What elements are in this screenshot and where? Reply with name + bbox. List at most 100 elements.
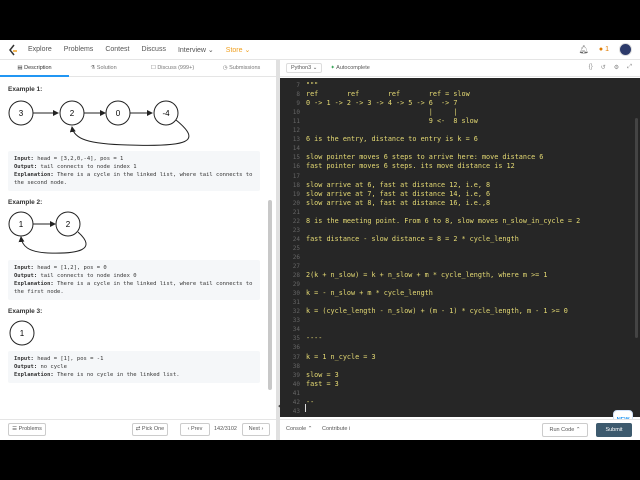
input-label: Input:	[14, 265, 34, 271]
code-line: 9 <- 8 slow	[306, 117, 478, 126]
code-line: k = 1 n_cycle = 3	[306, 352, 376, 361]
line-number: 23	[292, 226, 300, 234]
nav-store-label: Store	[225, 46, 243, 54]
code-line: """	[306, 81, 319, 89]
list-node: 1	[8, 211, 34, 237]
editor-scrollbar[interactable]	[635, 118, 638, 338]
example-3-io: Input: head = [1], pos = -1 Output: no c…	[8, 351, 260, 383]
problem-bottom-bar: ☰ Problems ⇄ Pick One ‹ Prev 142/3102 Ne…	[0, 419, 276, 440]
tab-submissions[interactable]: ◷ Submissions	[207, 60, 276, 77]
contribute-link[interactable]: Contribute i	[322, 426, 350, 432]
code-editor[interactable]: 7 8 9 10 11 12 13 14 15 16 17 18 19 20 21 22 23 24 25 26 27 2…	[280, 78, 640, 417]
list-node: 3	[8, 100, 34, 126]
description-scrollbar[interactable]	[268, 200, 272, 390]
output-value: tail connects to node index 1	[40, 164, 137, 170]
next-label: Next	[248, 426, 260, 432]
list-node: 2	[59, 100, 85, 126]
nav-problems[interactable]: Problems	[64, 46, 94, 53]
clock-icon: ◷	[222, 64, 228, 71]
example-1-title: Example 1:	[8, 86, 43, 93]
bell-icon[interactable]: 🔔︎	[579, 45, 589, 54]
chevron-down-icon: ⌄	[207, 46, 214, 54]
fire-icon: ●	[598, 46, 604, 53]
nav-discuss[interactable]: Discuss	[141, 46, 166, 53]
nav-store[interactable]: Store ⌄	[226, 46, 251, 54]
reset-icon[interactable]: ↺	[601, 64, 606, 71]
node-value: 1	[20, 329, 25, 338]
nav-contest[interactable]: Contest	[105, 46, 129, 53]
line-number: 22	[292, 217, 300, 225]
autocomplete-toggle[interactable]: ✦ Autocomplete	[330, 65, 369, 71]
line-number: 30	[292, 290, 300, 298]
line-number: 21	[292, 208, 300, 216]
coin-count: 1	[605, 46, 609, 53]
tab-solution-label: Solution	[96, 64, 117, 71]
list-node: 0	[105, 100, 131, 126]
input-value: head = [1,2], pos = 0	[37, 265, 107, 271]
list-node: 1	[9, 320, 35, 346]
explanation-text: There is a cycle in the linked list, whe…	[57, 281, 253, 287]
fullscreen-icon[interactable]: ⤢	[627, 64, 632, 71]
tab-discuss[interactable]: ☐ Discuss (999+)	[138, 60, 207, 77]
autocomplete-label: Autocomplete	[336, 65, 370, 71]
line-number: 31	[292, 299, 300, 307]
explanation-label: Explanation:	[14, 372, 54, 378]
example-3-title: Example 3:	[8, 308, 43, 315]
nav-interview[interactable]: Interview ⌄	[178, 46, 214, 54]
tab-discuss-label: Discuss (999+)	[157, 64, 195, 71]
problem-description: Example 1: 3 2 0 -4 Input: head = [3,2,0…	[0, 78, 270, 418]
console-toggle[interactable]: Console ⌃	[286, 426, 312, 432]
code-line: | |	[306, 108, 458, 117]
input-value: head = [3,2,0,-4], pos = 1	[37, 156, 124, 162]
list-icon: ☰	[12, 426, 18, 432]
run-code-button[interactable]: Run Code ⌃	[542, 423, 588, 437]
code-line: k = - n_slow + m * cycle_length	[306, 289, 433, 298]
pick-one-label: Pick One	[141, 426, 165, 432]
tab-solution[interactable]: ⚗ Solution	[69, 60, 138, 77]
tab-description[interactable]: ▤ Description	[0, 60, 69, 77]
submit-button[interactable]: Submit	[596, 423, 632, 437]
coin-counter[interactable]: ● 1	[599, 46, 609, 53]
prev-button[interactable]: ‹ Prev	[180, 423, 210, 436]
line-number: 19	[292, 190, 300, 198]
settings-icon[interactable]: ⚙	[614, 64, 619, 71]
line-number: 14	[292, 145, 300, 153]
code-line: 6 is the entry, distance to entry is k =…	[306, 135, 478, 144]
node-value: 3	[19, 109, 24, 118]
code-line: slow pointer moves 6 steps to arrive her…	[306, 153, 544, 162]
nav-explore[interactable]: Explore	[28, 46, 52, 53]
line-number: 35	[292, 335, 300, 343]
pick-one-button[interactable]: ⇄ Pick One	[132, 423, 168, 436]
node-value: -4	[162, 109, 170, 118]
code-line: 2(k + n_slow) = k + n_slow + m * cycle_l…	[306, 271, 548, 280]
editor-tool-icons: {} ↺ ⚙ ⤢	[589, 64, 632, 71]
list-node: -4	[153, 100, 179, 126]
next-button[interactable]: Next ›	[242, 423, 270, 436]
code-line: slow arrive at 6, fast at distance 12, i…	[306, 180, 491, 189]
top-nav: Explore Problems Contest Discuss Intervi…	[0, 40, 640, 60]
leetcode-logo-icon[interactable]	[8, 44, 18, 56]
line-number: 34	[292, 326, 300, 334]
explanation-label: Explanation:	[14, 281, 54, 287]
line-number-gutter: 7 8 9 10 11 12 13 14 15 16 17 18 19 20 21 22 23 24 25 26 27 2…	[280, 78, 304, 417]
example-3-linked-list-diagram: 1	[9, 320, 35, 346]
avatar[interactable]	[619, 43, 632, 56]
app-window: Explore Problems Contest Discuss Intervi…	[0, 40, 640, 440]
code-line: slow arrive at 7, fast at distance 14, i…	[306, 189, 491, 198]
language-select[interactable]: Python3 ⌄	[286, 63, 323, 73]
chevron-up-icon: ⌃	[307, 426, 313, 432]
problem-tabs: ▤ Description ⚗ Solution ☐ Discuss (999+…	[0, 60, 276, 77]
line-number: 42	[292, 398, 300, 406]
line-number: 11	[292, 118, 300, 126]
chevron-up-icon: ⌃	[575, 427, 581, 433]
language-value: Python3	[291, 65, 312, 71]
line-number: 27	[292, 263, 300, 270]
line-number: 15	[292, 154, 300, 162]
flask-icon: ⚗	[90, 64, 96, 71]
line-number: 24	[292, 235, 300, 243]
braces-icon[interactable]: {}	[589, 64, 593, 71]
problems-button[interactable]: ☰ Problems	[8, 423, 46, 436]
list-node: 2	[55, 211, 81, 237]
plus-icon: ✦	[330, 65, 335, 71]
page-indicator: 142/3102	[214, 426, 237, 432]
